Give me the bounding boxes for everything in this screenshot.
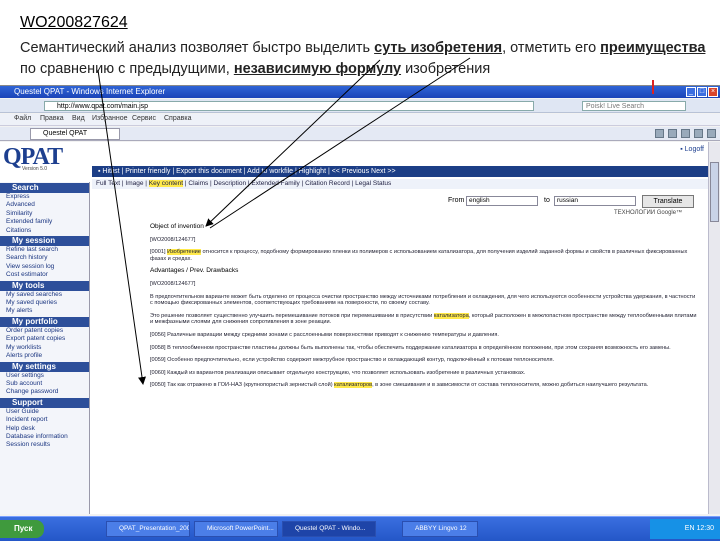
window-controls: _ □ × <box>686 87 718 97</box>
sidebar-item[interactable]: Express <box>0 193 89 201</box>
menu-edit[interactable]: Правка <box>40 115 64 122</box>
page-icon[interactable] <box>694 129 703 138</box>
paragraph-0050: [0050] Так как отражено в ГОИ-НАЗ (крупн… <box>150 382 649 389</box>
translate-button[interactable]: Translate <box>642 195 694 208</box>
paragraph-0058: [0058] В теплообменном пространстве плас… <box>150 344 671 351</box>
scroll-thumb[interactable] <box>710 162 719 222</box>
text-cursor <box>652 80 654 94</box>
logo-version: Version 5.0 <box>22 166 48 172</box>
slide-title: WO200827624 <box>20 14 128 31</box>
sidebar-item[interactable]: User Guide <box>0 408 89 416</box>
qpat-logo: QPAT <box>3 144 63 170</box>
tab-key-content[interactable]: Key content <box>148 180 184 187</box>
address-input[interactable]: http://www.qpat.com/main.jsp <box>44 101 534 111</box>
task-powerpoint[interactable]: Microsoft PowerPoint... <box>194 521 278 537</box>
sidebar-section-0: Search <box>0 183 89 193</box>
sidebar-item[interactable]: Order patent copies <box>0 327 89 335</box>
vertical-scrollbar[interactable] <box>708 142 720 514</box>
maximize-button[interactable]: □ <box>697 87 707 97</box>
slide-description: Семантический анализ позволяет быстро вы… <box>20 40 706 77</box>
logoff-link[interactable]: ▪ Logoff <box>680 146 704 153</box>
home-icon[interactable] <box>655 129 664 138</box>
sidebar-item[interactable]: Incident report <box>0 416 89 424</box>
sidebar-item[interactable]: Session results <box>0 441 89 449</box>
toolbar-icons <box>655 129 716 138</box>
to-language-select[interactable]: russian <box>554 196 636 206</box>
sidebar-item[interactable]: Alerts profile <box>0 352 89 360</box>
sidebar-item[interactable]: Extended family <box>0 218 89 226</box>
sidebar-item[interactable]: Similarity <box>0 210 89 218</box>
advantages-heading: Advantages / Prev. Drawbacks <box>150 267 239 275</box>
web-page: QPAT Version 5.0 ▪ Logoff ▪ Hitlist | Pr… <box>0 142 708 514</box>
paragraph-0059: [0059] Особенно предпочтительно, если ус… <box>150 357 555 364</box>
sidebar-item[interactable]: Search history <box>0 254 89 262</box>
tab-claims-more[interactable]: | Claims | Description | Extended Family… <box>183 180 391 187</box>
menu-help[interactable]: Справка <box>164 115 191 122</box>
sidebar-section-1: My session <box>0 236 89 247</box>
sidebar-item[interactable]: Refine last search <box>0 246 89 254</box>
advantages-paragraph-2: Это решение позволяет существенно улучши… <box>150 312 697 326</box>
link-essence: суть изобретения <box>374 40 503 56</box>
sidebar-item[interactable]: Export patent copies <box>0 335 89 343</box>
sidebar-item[interactable]: Database information <box>0 433 89 441</box>
address-bar-row: http://www.qpat.com/main.jsp Poisk! Live… <box>0 99 720 113</box>
paragraph-0056: [0056] Различные вариации между средними… <box>150 331 499 338</box>
sidebar-item[interactable]: Sub account <box>0 380 89 388</box>
sidebar-section-4: My settings <box>0 361 89 372</box>
link-advantages: преимущества <box>600 40 706 56</box>
to-label: to <box>544 197 550 204</box>
advantages-paragraph-1: В предпочтительном варианте может быть о… <box>150 293 696 307</box>
menu-view[interactable]: Вид <box>72 115 85 122</box>
sidebar-item[interactable]: View session log <box>0 263 89 271</box>
sidebar-item[interactable]: My saved searches <box>0 291 89 299</box>
sidebar-item[interactable]: My saved queries <box>0 299 89 307</box>
sidebar-item[interactable]: My worklists <box>0 344 89 352</box>
menu-tools[interactable]: Сервис <box>132 115 156 122</box>
sidebar-item[interactable]: Change password <box>0 388 89 396</box>
object-number: [WO2008/124677] <box>150 236 196 243</box>
tab-row: Questel QPAT <box>0 127 720 141</box>
task-presentation[interactable]: QPAT_Presentation_2009 <box>106 521 190 537</box>
sidebar-item[interactable]: Help desk <box>0 425 89 433</box>
print-icon[interactable] <box>681 129 690 138</box>
slide-header: WO200827624 Семантический анализ позволя… <box>0 0 720 96</box>
link-independent-claim: независимую формулу <box>233 61 402 77</box>
tab-qpat[interactable]: Questel QPAT <box>30 128 120 140</box>
tab-fulltext-image[interactable]: Full Text | Image | <box>96 180 149 187</box>
menu-bar: Файл Правка Вид Избранное Сервис Справка <box>0 114 720 126</box>
start-button[interactable]: Пуск <box>0 520 44 538</box>
from-language-select[interactable]: english <box>466 196 538 206</box>
key-content: Object of invention [WO2008/124677] [000… <box>150 223 698 395</box>
menu-file[interactable]: Файл <box>14 115 31 122</box>
taskbar: Пуск QPAT_Presentation_2009 Microsoft Po… <box>0 516 720 541</box>
system-tray: EN 12:30 <box>650 519 720 539</box>
sidebar-item[interactable]: Citations <box>0 227 89 235</box>
from-label: From <box>448 197 465 204</box>
sidebar-section-2: My tools <box>0 280 89 291</box>
menu-favorites[interactable]: Избранное <box>92 115 127 122</box>
document-toolbar[interactable]: ▪ Hitlist | Printer friendly | Export th… <box>92 166 708 177</box>
sidebar-item[interactable]: My alerts <box>0 307 89 315</box>
minimize-button[interactable]: _ <box>686 87 696 97</box>
window-titlebar: Questel QPAT - Windows Internet Explorer <box>0 86 720 98</box>
paragraph-0060: [0060] Каждый из вариантов реализации оп… <box>150 369 526 376</box>
sidebar-section-3: My portfolio <box>0 316 89 327</box>
task-lingvo[interactable]: ABBYY Lingvo 12 <box>402 521 478 537</box>
google-branding: ТЕХНОЛОГИИ Google™ <box>614 210 683 216</box>
sidebar: Search Express Advanced Similarity Extended … <box>0 182 90 514</box>
sidebar-section-5: Support <box>0 397 89 408</box>
browser-search-input[interactable]: Poisk! Live Search <box>582 101 686 111</box>
browser-screenshot: Questel QPAT - Windows Internet Explorer… <box>0 85 720 541</box>
feeds-icon[interactable] <box>668 129 677 138</box>
sidebar-item[interactable]: User settings <box>0 372 89 380</box>
sidebar-item[interactable]: Cost estimator <box>0 271 89 279</box>
advantages-number: [WO2008/124677] <box>150 280 196 287</box>
close-button[interactable]: × <box>708 87 718 97</box>
tools-icon[interactable] <box>707 129 716 138</box>
sidebar-item[interactable]: Advanced <box>0 201 89 209</box>
object-heading: Object of invention <box>150 223 204 230</box>
view-tabs: Full Text | Image | Key content | Claims… <box>92 179 708 189</box>
task-qpat[interactable]: Questel QPAT - Windo... <box>282 521 376 537</box>
object-paragraph: [0001] Изобретение относится к процессу,… <box>150 249 688 262</box>
